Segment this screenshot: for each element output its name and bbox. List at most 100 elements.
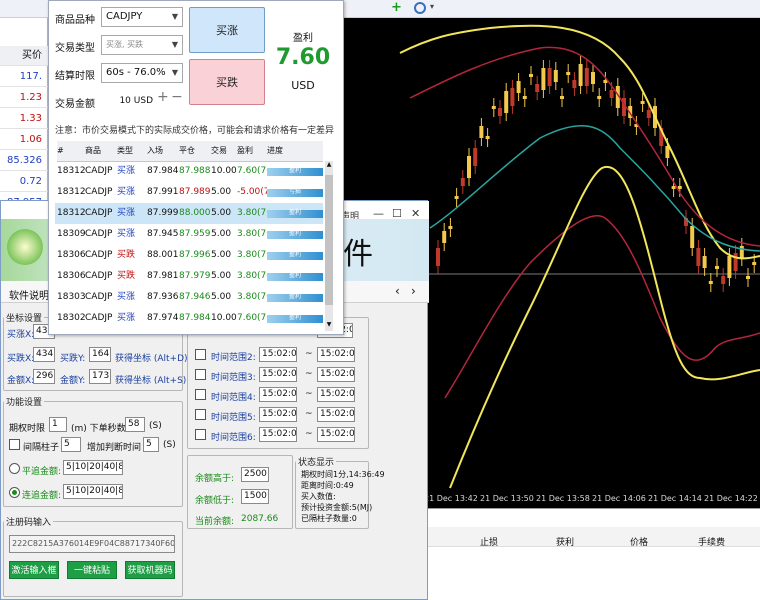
candle-body	[529, 74, 533, 77]
buy-down-button[interactable]: 买跌	[189, 59, 265, 105]
table-cell-profit: 3.80(76	[237, 271, 267, 281]
interval-checkbox[interactable]	[9, 439, 20, 450]
flat-input[interactable]: 5|10|20|40|80	[63, 460, 123, 475]
table-row[interactable]: 18306CADJP 买跌 88.00187.99605.00 3.80(76 盈利	[55, 245, 323, 266]
time-range-tilde: ~	[305, 429, 313, 439]
table-header[interactable]: 类型	[117, 141, 147, 162]
candle-body	[510, 88, 515, 106]
table-scrollbar[interactable]: ▲ ▼	[325, 161, 333, 331]
bal-cur-value: 2087.66	[241, 514, 279, 524]
table-row[interactable]: 18312CADJP 买涨 87.98487.988010.007.60(76 盈利	[55, 161, 323, 182]
table-header[interactable]: 入场	[147, 141, 179, 162]
expiry-select[interactable]: 60s - 76.0% ▼	[101, 63, 183, 83]
time-range-to[interactable]: 15:02:03	[317, 347, 355, 362]
reg-code-input[interactable]: 222C8215A376014E9F04C88717340F6094518	[9, 535, 175, 553]
table-row[interactable]: 18306CADJP 买跌 87.98187.97905.00 3.80(76 盈利	[55, 266, 323, 287]
progress-bar: 亏损	[267, 188, 323, 197]
get-coord-d[interactable]: 获得坐标 (Alt+D)	[115, 351, 188, 364]
candle-body	[671, 186, 676, 189]
machine-code-button[interactable]: 获取机器码	[125, 561, 175, 579]
add-time-input[interactable]: 5	[143, 437, 159, 452]
tab-prev-icon[interactable]: ‹	[395, 284, 400, 298]
get-coord-s[interactable]: 获得坐标 (Alt+S)	[115, 373, 186, 386]
table-row[interactable]: 18303CADJP 买涨 87.93687.94605.00 3.80(76 盈利	[55, 287, 323, 308]
quote-row[interactable]: 0.72	[0, 171, 48, 192]
amt-x-input[interactable]: 296	[33, 369, 55, 384]
market-watch: 买价 117.1.231.331.0685.3260.7287.9571.06	[0, 18, 48, 234]
table-cell-id: 18312	[57, 208, 85, 218]
symbol-select[interactable]: CADJPY ▼	[101, 7, 183, 27]
time-range-to[interactable]: 15:02:03	[317, 427, 355, 442]
candle-body	[715, 266, 719, 269]
seconds-input[interactable]: 58	[125, 417, 145, 432]
paste-button[interactable]: 一键粘贴	[67, 561, 117, 579]
table-row[interactable]: 18312CADJP 买涨 87.99988.00005.00 3.80(76 盈利	[55, 203, 323, 224]
down-y-input[interactable]: 164	[89, 347, 111, 362]
tab-next-icon[interactable]: ›	[411, 284, 416, 298]
quote-row[interactable]: 1.23	[0, 87, 48, 108]
table-row[interactable]: 18312CADJP 买涨 87.99187.98905.00 -5.00(7 亏损	[55, 182, 323, 203]
time-range-checkbox[interactable]	[195, 429, 206, 440]
quote-row[interactable]: 1.33	[0, 108, 48, 129]
col-take-profit[interactable]: 获利	[556, 535, 574, 548]
down-x-input[interactable]: 434	[33, 347, 55, 362]
quote-row[interactable]: 117.	[0, 66, 48, 87]
seconds-label: (m) 下单秒数	[71, 424, 126, 434]
time-range-checkbox[interactable]	[195, 409, 206, 420]
table-row[interactable]: 18309CADJP 买涨 87.94587.95905.00 3.80(76 盈利	[55, 224, 323, 245]
increase-icon[interactable]: +	[157, 89, 169, 105]
time-range-checkbox[interactable]	[195, 389, 206, 400]
flower-logo-icon	[7, 229, 43, 265]
tab-software-info[interactable]: 软件说明	[9, 287, 49, 302]
type-select[interactable]: 买涨, 买跌 ▼	[101, 35, 183, 55]
table-row[interactable]: 18302CADJP 买涨 87.97487.984010.007.60(76 盈利	[55, 308, 323, 329]
table-cell-type: 买跌	[117, 250, 136, 260]
time-range-from[interactable]: 15:02:03	[259, 387, 297, 402]
table-header[interactable]: 商品	[85, 141, 117, 162]
progress-status: 盈利	[288, 230, 301, 237]
activate-input-button[interactable]: 激活输入框	[9, 561, 59, 579]
quote-row[interactable]: 1.06	[0, 129, 48, 150]
buy-up-button[interactable]: 买涨	[189, 7, 265, 53]
time-range-from[interactable]: 15:02:03	[259, 347, 297, 362]
table-header[interactable]: 平仓	[179, 141, 211, 162]
decrease-icon[interactable]: −	[171, 89, 183, 105]
col-price[interactable]: 价格	[630, 535, 648, 548]
bal-high-input[interactable]: 2500	[241, 467, 269, 482]
time-range-to[interactable]: 15:02:03	[317, 387, 355, 402]
table-header[interactable]: #	[57, 141, 85, 162]
col-commission[interactable]: 手续费	[698, 535, 725, 548]
scroll-thumb[interactable]	[325, 175, 333, 305]
quotes-header[interactable]: 买价	[0, 46, 48, 66]
table-cell-sym: CADJP	[85, 292, 113, 302]
progress-bar: 盈利	[267, 230, 323, 239]
quote-row[interactable]: 85.326	[0, 150, 48, 171]
flat-radio[interactable]	[9, 463, 20, 474]
table-header[interactable]: 进度	[267, 141, 323, 162]
dropdown-icon[interactable]: ▾	[430, 2, 434, 11]
table-cell-id: 18306	[57, 271, 85, 281]
amount-input[interactable]: 10 USD	[101, 91, 153, 111]
expiry-input[interactable]: 1	[49, 417, 67, 432]
time-range-from[interactable]: 15:02:03	[259, 427, 297, 442]
bal-low-input[interactable]: 1500	[241, 489, 269, 504]
time-range-from[interactable]: 15:02:03	[259, 367, 297, 382]
interval-input[interactable]: 5	[61, 437, 81, 452]
chase-radio[interactable]	[9, 487, 20, 498]
table-header[interactable]: 盈利	[237, 141, 267, 162]
candle-body	[553, 70, 558, 82]
target-icon[interactable]	[414, 2, 426, 14]
time-range-tilde: ~	[305, 349, 313, 359]
table-header[interactable]: 交易	[211, 141, 237, 162]
time-range-to[interactable]: 15:02:03	[317, 407, 355, 422]
scroll-down-icon[interactable]: ▼	[325, 321, 333, 328]
time-range-checkbox[interactable]	[195, 349, 206, 360]
scroll-up-icon[interactable]: ▲	[325, 161, 333, 168]
time-range-to[interactable]: 15:02:03	[317, 367, 355, 382]
col-stop-loss[interactable]: 止损	[480, 535, 498, 548]
time-range-from[interactable]: 15:02:03	[259, 407, 297, 422]
amt-y-input[interactable]: 173	[89, 369, 111, 384]
plus-icon[interactable]: +	[391, 1, 403, 14]
time-range-checkbox[interactable]	[195, 369, 206, 380]
chase-input[interactable]: 5|10|20|40|80	[63, 484, 123, 499]
